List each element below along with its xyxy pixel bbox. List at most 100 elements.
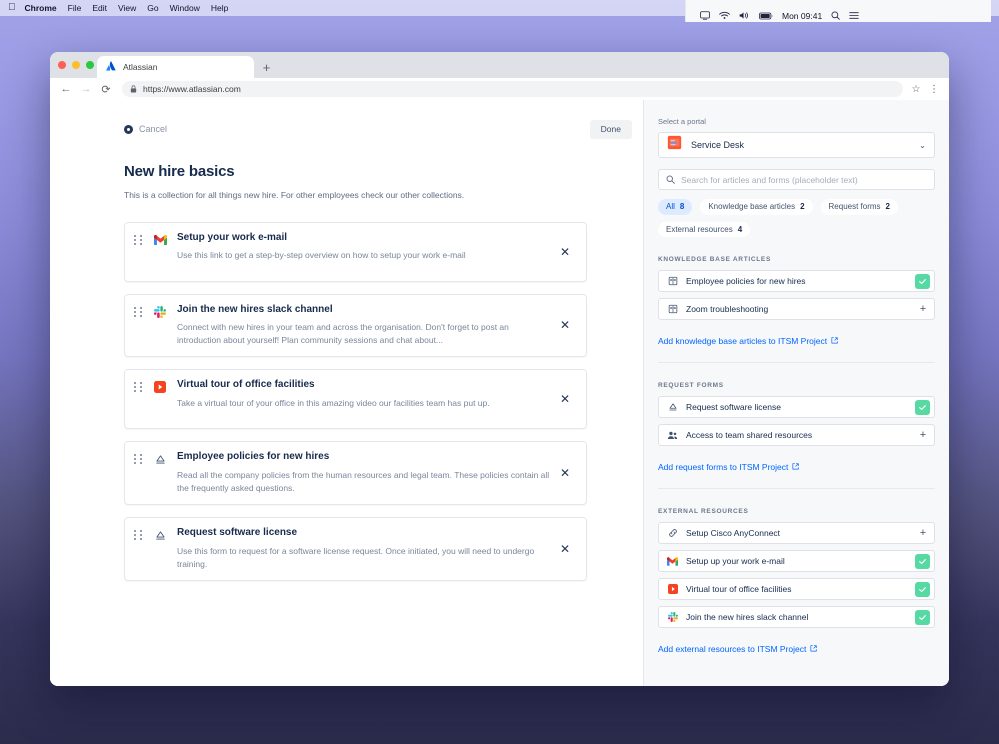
sidebar-result-label: Join the new hires slack channel (686, 612, 809, 623)
sidebar-result-row[interactable]: Join the new hires slack channel (658, 606, 935, 629)
collection-item-description: Read all the company policies from the h… (177, 469, 550, 494)
filter-chip-external-resources[interactable]: External resources 4 (658, 221, 751, 238)
collection-item-body: Virtual tour of office facilities Take a… (177, 379, 554, 410)
forward-button[interactable]: → (76, 80, 96, 98)
reload-button[interactable]: ⟳ (96, 80, 116, 98)
sidebar-result-label: Employee policies for new hires (686, 276, 806, 287)
close-window-button[interactable] (58, 61, 66, 69)
sidebar-result-row[interactable]: Setup up your work e-mail (658, 550, 935, 573)
request-type-icon (153, 452, 167, 466)
remove-item-icon[interactable]: ✕ (554, 462, 576, 484)
menu-item-help[interactable]: Help (211, 3, 228, 13)
added-check-button[interactable] (915, 273, 930, 289)
remove-item-icon[interactable]: ✕ (554, 388, 576, 410)
slack-icon (153, 305, 167, 319)
browser-tab-strip: Atlassian + (50, 52, 949, 78)
added-check-button[interactable] (915, 609, 930, 625)
collection-item-row[interactable]: Employee policies for new hires Read all… (124, 441, 587, 506)
sidebar-result-row[interactable]: Virtual tour of office facilities (658, 578, 935, 601)
remove-item-icon[interactable]: ✕ (554, 538, 576, 560)
collection-item-row[interactable]: Join the new hires slack channel Connect… (124, 293, 587, 358)
browser-tab-title: Atlassian (123, 62, 158, 72)
editor-header: Cancel Done (50, 120, 643, 139)
browser-menu-icon[interactable]: ⋮ (925, 80, 943, 98)
portal-select-label: Select a portal (658, 117, 706, 126)
screen-mirroring-icon[interactable] (700, 11, 710, 22)
portal-select[interactable]: Service Desk ⌄ (658, 132, 935, 158)
spotlight-search-icon[interactable] (831, 11, 840, 22)
sidebar-result-row[interactable]: Employee policies for new hires (658, 270, 935, 293)
maximize-window-button[interactable] (86, 61, 94, 69)
menu-item-edit[interactable]: Edit (92, 3, 107, 13)
youtube-icon (667, 584, 678, 595)
sidebar-result-label: Zoom troubleshooting (686, 304, 769, 315)
drag-handle-icon[interactable] (134, 530, 144, 541)
added-check-button[interactable] (915, 581, 930, 597)
filter-chip-all[interactable]: All 8 (658, 199, 693, 215)
sidebar-search[interactable]: Search for articles and forms (placehold… (658, 169, 935, 190)
collection-item-description: Connect with new hires in your team and … (177, 322, 509, 346)
done-button[interactable]: Done (589, 120, 632, 139)
article-icon (667, 276, 678, 287)
window-traffic-lights (58, 61, 94, 69)
back-button[interactable]: ← (56, 80, 76, 98)
section-divider (658, 362, 935, 364)
drag-handle-icon[interactable] (134, 454, 144, 465)
collection-item-row[interactable]: Virtual tour of office facilities Take a… (124, 369, 587, 430)
section-divider (658, 488, 935, 490)
collection-item-title: Employee policies for new hires (177, 451, 330, 463)
browser-tab[interactable]: Atlassian (97, 56, 254, 78)
collection-editor-panel: Cancel Done New hire basics This is a co… (50, 100, 643, 686)
new-tab-button[interactable]: + (258, 59, 275, 76)
bookmark-star-icon[interactable]: ☆ (907, 80, 925, 98)
add-item-button[interactable]: + (916, 526, 930, 540)
search-input-placeholder[interactable]: Search for articles and forms (placehold… (681, 175, 858, 185)
filter-chip-knowledge-base-articles[interactable]: Knowledge base articles 2 (700, 199, 813, 215)
address-bar-url: https://www.atlassian.com (143, 84, 241, 94)
apple-logo-icon[interactable]:  (8, 3, 16, 13)
add-request-forms-link[interactable]: Add request forms to ITSM Project (658, 462, 800, 473)
add-item-button[interactable]: + (916, 428, 930, 442)
collection-item-row[interactable]: Setup your work e-mail Use this link to … (124, 221, 587, 282)
add-knowledge-base-articles-link[interactable]: Add knowledge base articles to ITSM Proj… (658, 336, 838, 346)
sidebar-result-row[interactable]: Zoom troubleshooting + (658, 298, 935, 321)
sidebar-result-row[interactable]: Request software license (658, 396, 935, 419)
cancel-button[interactable]: Cancel (124, 124, 167, 134)
sidebar-result-label: Virtual tour of office facilities (686, 584, 792, 595)
remove-item-icon[interactable]: ✕ (554, 314, 576, 336)
menu-item-view[interactable]: View (118, 3, 136, 13)
drag-handle-icon[interactable] (134, 234, 144, 245)
menu-item-file[interactable]: File (68, 3, 82, 13)
drag-handle-icon[interactable] (134, 306, 144, 317)
filter-chip-count: 4 (737, 224, 743, 234)
add-item-button[interactable]: + (916, 302, 930, 316)
page-body: Cancel Done New hire basics This is a co… (50, 100, 949, 686)
people-icon (667, 430, 678, 441)
battery-icon[interactable] (759, 12, 773, 22)
collection-item-row[interactable]: Request software license Use this form t… (124, 517, 587, 582)
minimize-window-button[interactable] (72, 61, 80, 69)
sidebar-result-row[interactable]: Access to team shared resources + (658, 424, 935, 447)
drag-handle-icon[interactable] (134, 382, 144, 393)
filter-chip-count: 2 (800, 202, 805, 211)
remove-item-icon[interactable]: ✕ (554, 241, 576, 263)
wifi-icon[interactable] (719, 11, 730, 22)
volume-icon[interactable] (739, 11, 750, 22)
portal-sidebar: Select a portal Service Desk ⌄ Search fo… (643, 100, 949, 686)
added-check-button[interactable] (915, 553, 930, 569)
address-bar[interactable]: https://www.atlassian.com (122, 81, 903, 97)
control-center-icon[interactable] (849, 11, 859, 22)
filter-chip-request-forms[interactable]: Request forms 2 (820, 199, 898, 215)
filter-chip-group: All 8 Knowledge base articles 2 Request … (658, 199, 935, 238)
link-label: Add request forms to ITSM Project (658, 462, 789, 473)
chevron-down-icon[interactable]: ⌄ (919, 141, 926, 150)
filter-chip-count: 8 (679, 202, 685, 211)
menu-item-chrome[interactable]: Chrome (25, 3, 57, 13)
filter-chip-label: Request forms (828, 202, 881, 211)
sidebar-result-row[interactable]: Setup Cisco AnyConnect + (658, 522, 935, 545)
add-external-resources-link[interactable]: Add external resources to ITSM Project (658, 644, 817, 654)
sidebar-result-label: Setup up your work e-mail (686, 556, 785, 567)
menu-item-window[interactable]: Window (170, 3, 200, 13)
menu-item-go[interactable]: Go (147, 3, 158, 13)
added-check-button[interactable] (915, 399, 930, 415)
